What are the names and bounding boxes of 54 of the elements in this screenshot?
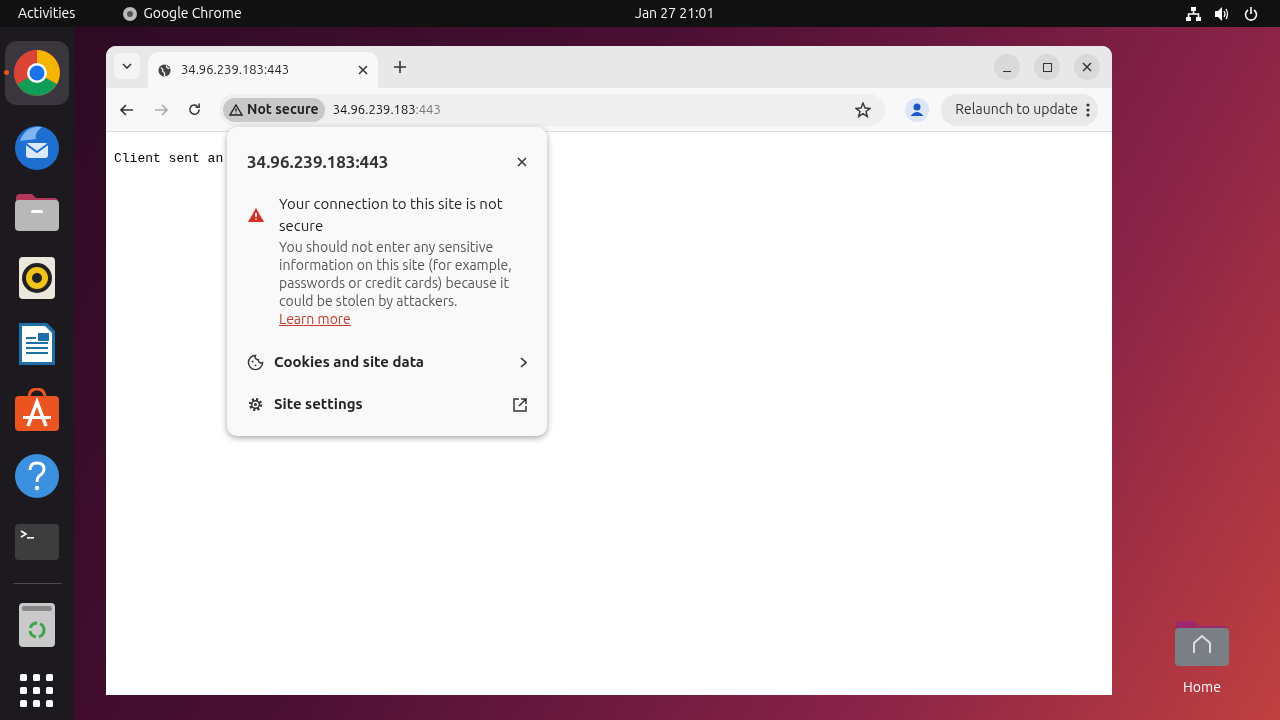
back-icon[interactable] (120, 103, 134, 116)
new-tab-icon[interactable] (394, 61, 406, 73)
shopping-bag-icon[interactable] (14, 388, 60, 432)
popup-title: 34.96.239.183:443 (247, 151, 390, 173)
warning-icon (247, 206, 265, 223)
chevron-right-icon (520, 357, 527, 368)
desktop-icon-label: Home (1183, 678, 1221, 697)
browser-icon[interactable] (13, 49, 61, 97)
page-text: Client sent an (114, 151, 224, 166)
url-text: 34.96.239.183:443 (332, 100, 441, 118)
running-indicator (4, 70, 9, 75)
address-bar[interactable]: Not secure 34.96.239.183:443 (219, 93, 886, 126)
close-window-button[interactable] (1074, 54, 1100, 80)
tab-title: 34.96.239.183:443 (181, 61, 291, 79)
document-icon[interactable] (17, 321, 57, 367)
clock[interactable]: Jan 27 21:01 (635, 3, 715, 24)
terminal-icon[interactable] (14, 523, 60, 561)
popup-menu-item[interactable]: Cookies and site data (227, 341, 547, 384)
app-menu[interactable]: Google Chrome (143, 3, 242, 24)
caret-icon (122, 63, 132, 69)
help-icon[interactable] (14, 453, 60, 499)
folder-icon[interactable] (1174, 619, 1230, 667)
warning-description: You should not enter any sensitive information on this site (for example, passwords or credit cards) because it could be stolen by attackers. Learn more (279, 237, 513, 328)
trash-icon[interactable] (18, 602, 56, 648)
volume-icon[interactable] (1215, 6, 1230, 21)
network-icon[interactable] (1186, 6, 1201, 21)
more-icon (1086, 102, 1090, 117)
folder-icon[interactable] (14, 192, 60, 232)
globe-icon (158, 63, 171, 77)
cookie-icon (247, 354, 264, 371)
learn-more-link[interactable]: Learn more (279, 310, 351, 327)
maximize-button[interactable] (1034, 54, 1060, 80)
activities-button[interactable]: Activities (18, 3, 76, 24)
warning-heading: Your connection to this site is not secure (279, 193, 504, 236)
menu-item-label: Cookies and site data (274, 352, 425, 373)
tab-search-button[interactable] (114, 53, 140, 79)
profile-icon[interactable] (905, 97, 930, 122)
close-icon[interactable] (517, 156, 527, 167)
relaunch-button[interactable]: Relaunch to update (941, 93, 1098, 126)
app-icon (123, 6, 138, 21)
power-icon[interactable] (1244, 6, 1258, 21)
star-icon[interactable] (855, 101, 872, 118)
popup-menu-item[interactable]: Site settings (227, 383, 547, 426)
external-link-icon (513, 397, 527, 412)
browser-tab[interactable]: 34.96.239.183:443 (148, 52, 378, 88)
speaker-icon[interactable] (18, 256, 56, 300)
reload-icon[interactable] (188, 103, 201, 116)
close-icon[interactable] (358, 65, 368, 75)
menu-item-label: Site settings (274, 394, 364, 415)
close-icon (1082, 62, 1092, 72)
settings-icon (247, 396, 264, 413)
warning-icon (229, 103, 243, 116)
app-grid-icon[interactable] (20, 674, 54, 708)
security-chip[interactable]: Not secure (223, 97, 325, 122)
